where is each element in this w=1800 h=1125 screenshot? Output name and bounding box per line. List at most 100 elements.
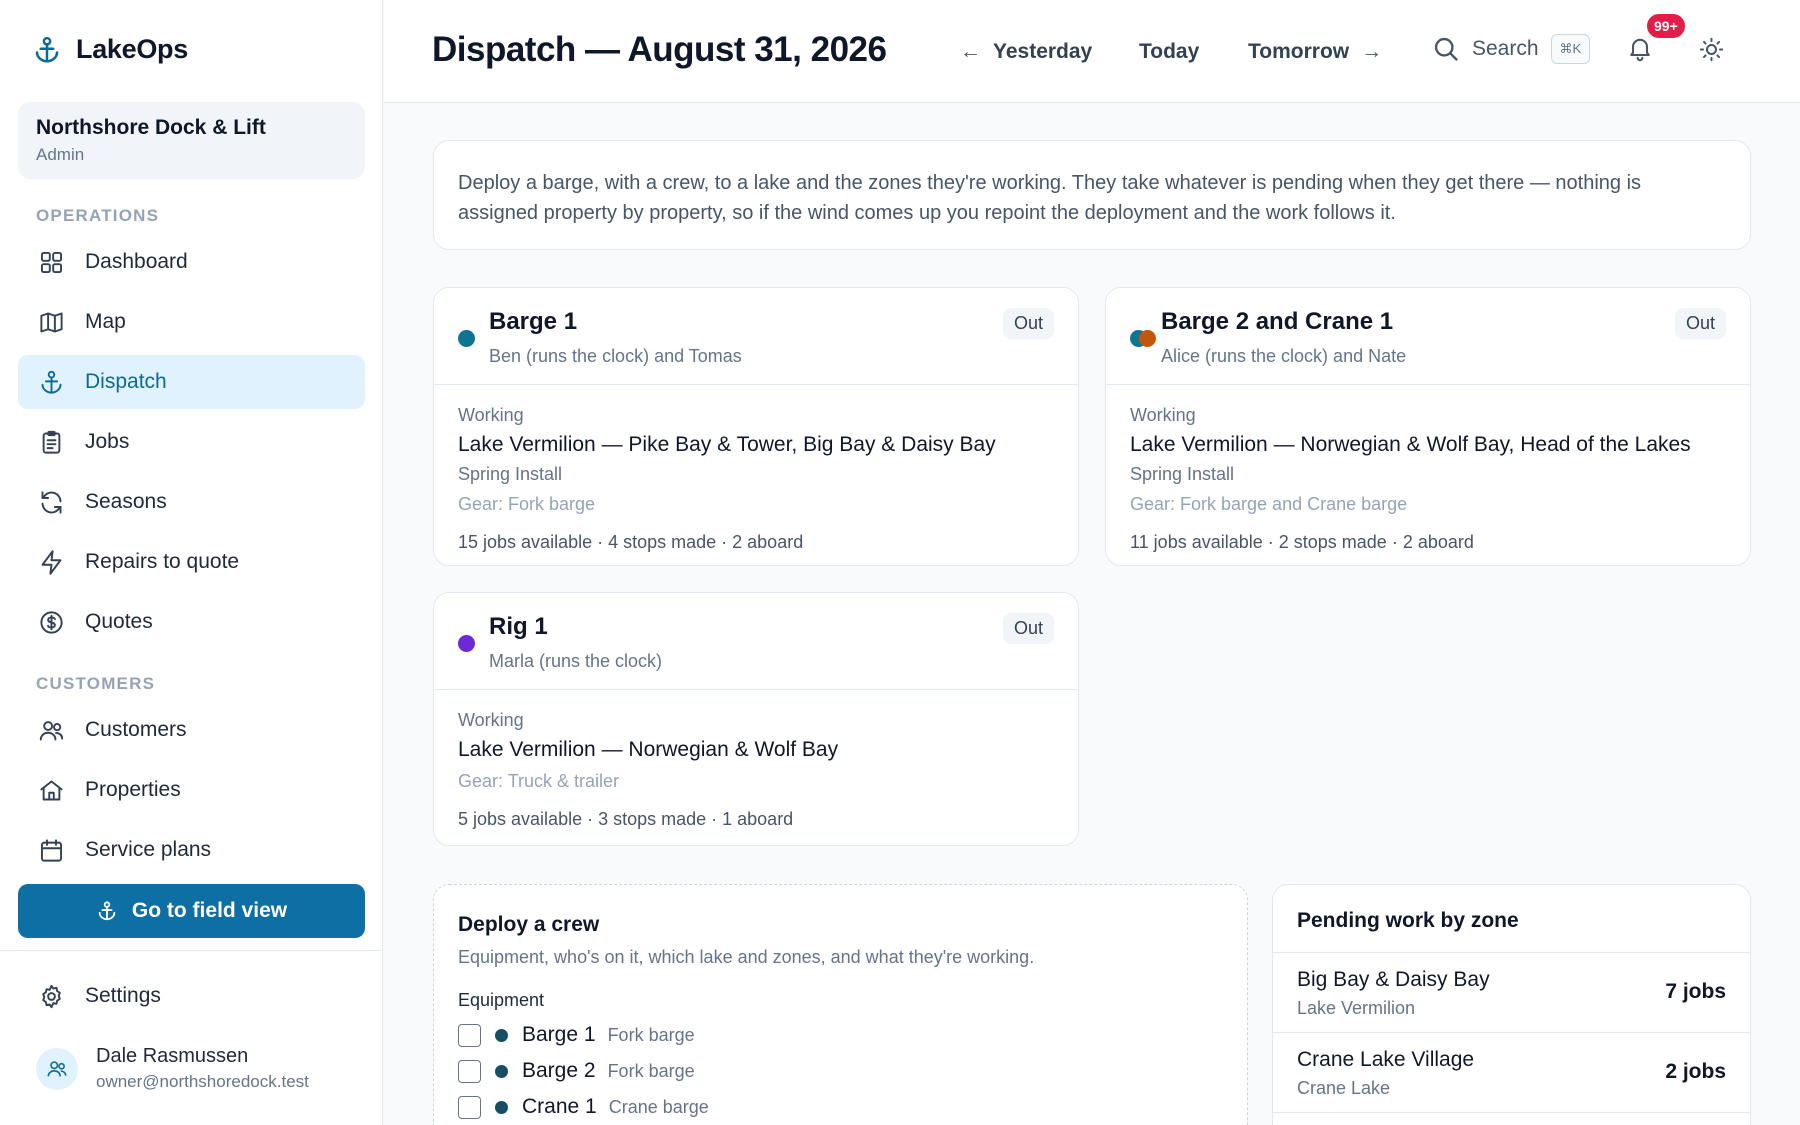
equipment-name: Barge 2 [522,1059,596,1082]
sidebar-item-customers[interactable]: Customers [18,703,365,757]
sidebar-item-jobs[interactable]: Jobs [18,415,365,469]
go-to-field-view-button[interactable]: Go to field view [18,884,365,938]
equipment-name: Barge 1 [522,1023,596,1046]
sidebar-item-service-plans[interactable]: Service plans [18,823,365,877]
sidebar-item-label: Quotes [85,610,153,633]
zone-job-count: 7 jobs [1665,980,1726,1003]
sidebar-item-properties[interactable]: Properties [18,763,365,817]
sidebar-item-label: Service plans [85,838,212,861]
yesterday-button[interactable]: ← Yesterday [960,40,1092,64]
user-name: Dale Rasmussen [96,1045,249,1067]
brand[interactable]: LakeOps [32,34,188,65]
gear-icon [37,982,65,1010]
equipment-option[interactable]: Barge 1 Fork barge [458,1023,1223,1047]
gear: Gear: Fork barge and Crane barge [1130,494,1408,514]
equipment-name: Crane 1 [522,1095,597,1118]
gear: Gear: Truck & trailer [458,771,620,791]
today-label: Today [1139,40,1200,63]
sidebar-item-repairs[interactable]: Repairs to quote [18,535,365,589]
tomorrow-button[interactable]: Tomorrow → [1248,40,1382,64]
section-customers: CUSTOMERS [36,674,156,693]
sidebar-item-label: Dispatch [85,370,167,393]
dollar-icon [37,608,65,636]
search-icon [1434,37,1458,61]
sidebar-item-label: Seasons [85,490,167,513]
deployment-card[interactable]: Barge 1 Ben (runs the clock) and Tomas O… [433,287,1079,566]
deployment-card[interactable]: Rig 1 Marla (runs the clock) Out Working… [433,592,1079,846]
deployment-title: Rig 1 [489,613,548,640]
deploy-crew-form: Deploy a crew Equipment, who's on it, wh… [433,884,1248,1125]
zone-name: Big Bay & Daisy Bay [1297,968,1490,991]
deployment-crew: Alice (runs the clock) and Nate [1161,346,1407,366]
deployment-stats: 5 jobs available · 3 stops made · 1 aboa… [458,809,794,829]
deployment-title: Barge 1 [489,308,578,335]
zone-name: Crane Lake Village [1297,1048,1475,1071]
deploy-title: Deploy a crew [458,913,600,936]
sun-icon [1699,37,1724,62]
equipment-option[interactable]: Crane 1 Crane barge [458,1095,1223,1119]
users-icon [47,1060,67,1076]
zone-lake: Lake Vermilion [1297,998,1416,1018]
search-button[interactable]: Search ⌘K [1432,34,1591,64]
notification-badge: 99+ [1647,14,1685,38]
status-badge: Out [1002,613,1054,644]
search-shortcut: ⌘K [1550,34,1591,64]
sidebar: LakeOps Northshore Dock & Lift Admin OPE… [0,0,383,1125]
arrow-left-icon: ← [960,40,981,63]
calendar-icon [37,836,65,864]
arrow-right-icon: → [1361,40,1383,63]
card-body: Working Lake Vermilion — Norwegian & Wol… [434,690,1078,845]
sidebar-item-label: Properties [85,778,181,801]
working-label: Working [458,405,524,425]
user-email: owner@northshoredock.test [96,1072,309,1091]
pending-title: Pending work by zone [1273,885,1750,953]
deployment-card[interactable]: Barge 2 and Crane 1 Alice (runs the cloc… [1105,287,1751,566]
deployment-crew: Marla (runs the clock) [489,651,663,671]
header: Dispatch — August 31, 2026 ← Yesterday T… [384,0,1800,103]
card-header: Barge 1 Ben (runs the clock) and Tomas O… [434,288,1078,385]
user-menu[interactable]: Dale Rasmussen owner@northshoredock.test [36,1045,309,1092]
sidebar-item-label: Map [85,310,126,333]
sidebar-item-map[interactable]: Map [18,295,365,349]
grid-icon [37,248,65,276]
anchor-icon [98,901,116,921]
card-body: Working Lake Vermilion — Pike Bay & Towe… [434,385,1078,565]
season: Spring Install [458,464,563,484]
search-label: Search [1472,37,1539,60]
section-operations: OPERATIONS [36,206,160,225]
sidebar-item-quotes[interactable]: Quotes [18,595,365,649]
season: Spring Install [1130,464,1235,484]
equipment-label: Equipment [458,990,545,1010]
working-label: Working [458,710,524,730]
equipment-checkbox[interactable] [458,1095,481,1119]
equipment-checkbox[interactable] [458,1023,481,1047]
status-badge: Out [1674,308,1726,339]
sidebar-item-seasons[interactable]: Seasons [18,475,365,529]
sidebar-item-dispatch[interactable]: Dispatch [18,355,365,409]
equipment-type: Crane barge [608,1096,709,1117]
sidebar-item-label: Customers [85,718,187,741]
equipment-color-dot [458,330,475,347]
sidebar-item-dashboard[interactable]: Dashboard [18,235,365,289]
working-zones: Lake Vermilion — Norwegian & Wolf Bay, H… [1130,433,1691,456]
org-switcher[interactable]: Northshore Dock & Lift Admin [18,102,365,179]
theme-toggle[interactable] [1698,36,1726,64]
zone-row[interactable]: Crane Lake Village Crane Lake 2 jobs [1273,1033,1750,1113]
anchor-icon [37,368,65,396]
tomorrow-label: Tomorrow [1248,40,1350,63]
users-icon [37,716,65,744]
org-name: Northshore Dock & Lift [36,116,266,139]
equipment-type: Fork barge [607,1060,695,1081]
equipment-color-dot [458,635,475,652]
deployment-crew: Ben (runs the clock) and Tomas [489,346,742,366]
equipment-option[interactable]: Barge 2 Fork barge [458,1059,1223,1083]
home-icon [37,776,65,804]
zone-row[interactable]: Big Bay & Daisy Bay Lake Vermilion 7 job… [1273,953,1750,1033]
today-button[interactable]: Today [1139,40,1199,64]
equipment-checkbox[interactable] [458,1059,481,1083]
sidebar-item-settings[interactable]: Settings [18,969,365,1023]
dispatch-intro: Deploy a barge, with a crew, to a lake a… [433,140,1751,250]
notifications-button[interactable] [1626,34,1658,66]
equipment-color-dot [495,1064,508,1078]
clipboard-icon [37,428,65,456]
